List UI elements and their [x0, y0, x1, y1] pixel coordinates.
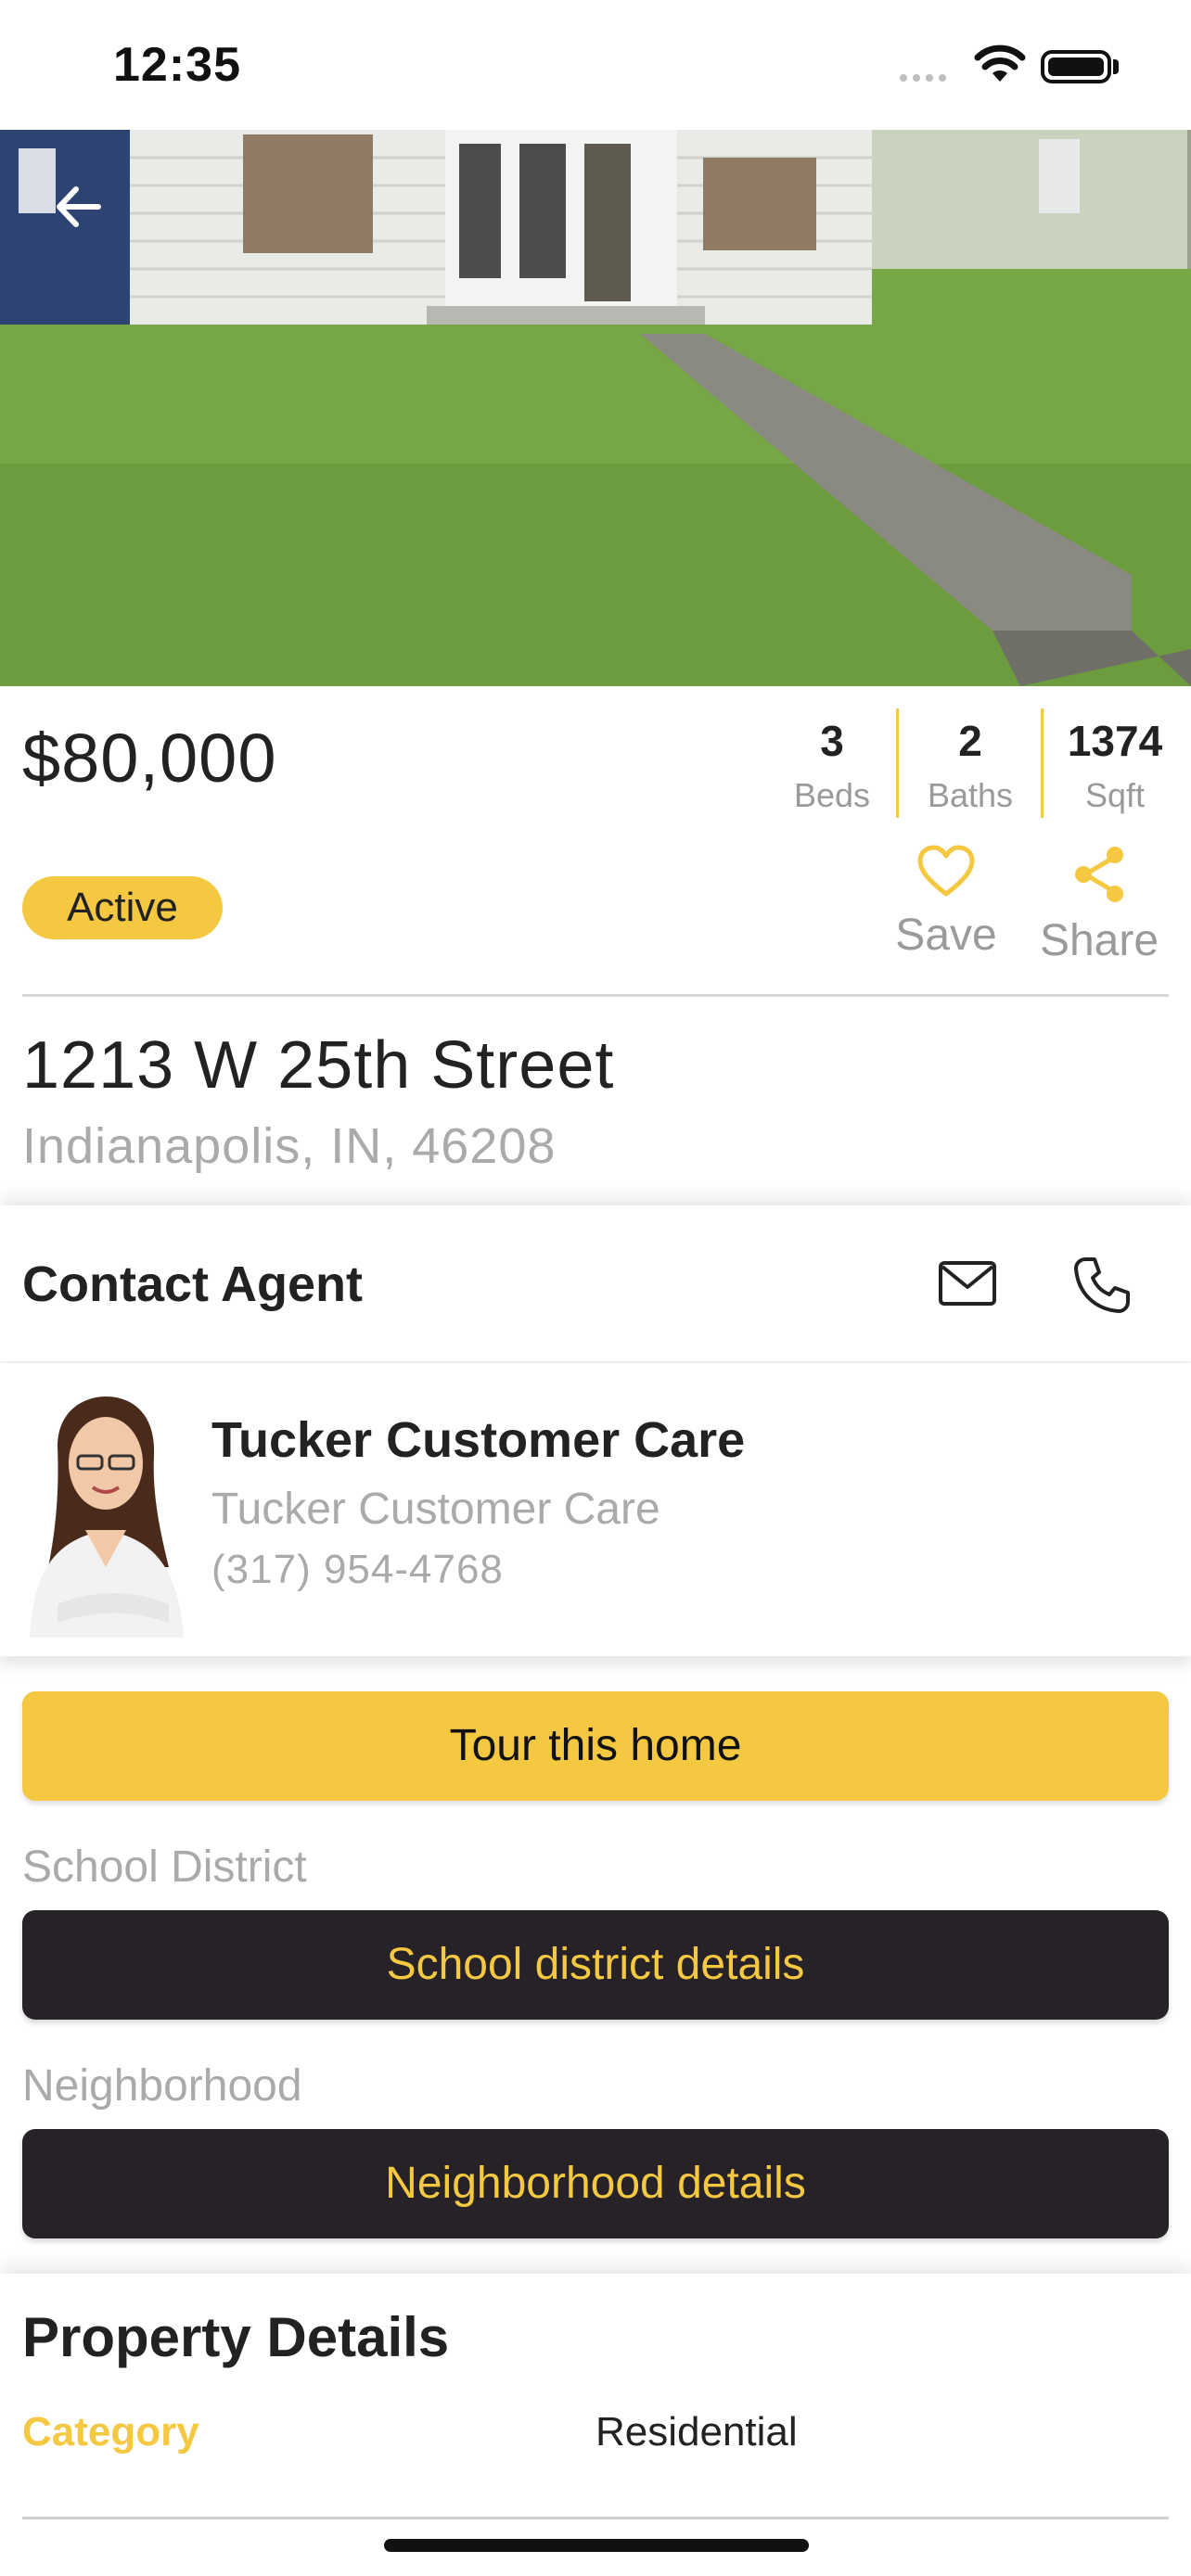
- tour-home-button[interactable]: Tour this home: [22, 1691, 1169, 1801]
- neighborhood-label: Neighborhood: [22, 2061, 302, 2111]
- agent-phone[interactable]: (317) 954-4768: [211, 1547, 504, 1593]
- status-badge: Active: [22, 876, 223, 939]
- baths-value: 2: [958, 717, 982, 765]
- sqft-stat: 1374 Sqft: [1057, 720, 1172, 812]
- home-indicator[interactable]: [384, 2539, 809, 2552]
- save-button[interactable]: Save: [881, 844, 1011, 961]
- beds-value: 3: [820, 717, 844, 765]
- baths-stat: 2 Baths: [913, 720, 1028, 812]
- beds-stat: 3 Beds: [781, 720, 883, 812]
- share-label: Share: [1039, 916, 1159, 965]
- category-label: Category: [22, 2409, 199, 2455]
- signal-icon: [900, 74, 955, 83]
- listing-price: $80,000: [22, 720, 277, 797]
- wifi-icon: [974, 45, 1026, 82]
- school-district-label: School District: [22, 1843, 307, 1892]
- category-value: Residential: [596, 2409, 798, 2455]
- battery-icon: [1041, 50, 1111, 83]
- property-details-title: Property Details: [22, 2306, 450, 2368]
- divider: [22, 2517, 1169, 2519]
- agent-name: Tucker Customer Care: [211, 1412, 746, 1468]
- stat-divider: [896, 708, 899, 818]
- city-address: Indianapolis, IN, 46208: [22, 1118, 557, 1174]
- property-photo[interactable]: [0, 130, 1191, 686]
- divider: [22, 994, 1169, 997]
- save-label: Save: [895, 911, 997, 960]
- share-button[interactable]: Share: [1030, 844, 1169, 966]
- stat-divider: [1041, 708, 1044, 818]
- avatar: [20, 1391, 189, 1638]
- mail-icon[interactable]: [937, 1257, 998, 1309]
- contact-agent-title: Contact Agent: [22, 1256, 363, 1312]
- status-time: 12:35: [113, 38, 241, 92]
- street-address: 1213 W 25th Street: [22, 1028, 615, 1103]
- school-district-button[interactable]: School district details: [22, 1910, 1169, 2020]
- agent-company: Tucker Customer Care: [211, 1485, 660, 1534]
- baths-label: Baths: [927, 776, 1014, 814]
- sqft-value: 1374: [1067, 717, 1163, 765]
- battery-tip: [1113, 59, 1119, 74]
- neighborhood-button[interactable]: Neighborhood details: [22, 2129, 1169, 2238]
- back-arrow-icon[interactable]: [46, 174, 111, 239]
- beds-label: Beds: [793, 776, 871, 814]
- phone-icon[interactable]: [1072, 1256, 1132, 1315]
- sqft-label: Sqft: [1084, 776, 1146, 814]
- heart-icon: [917, 845, 975, 897]
- share-icon: [1075, 847, 1123, 902]
